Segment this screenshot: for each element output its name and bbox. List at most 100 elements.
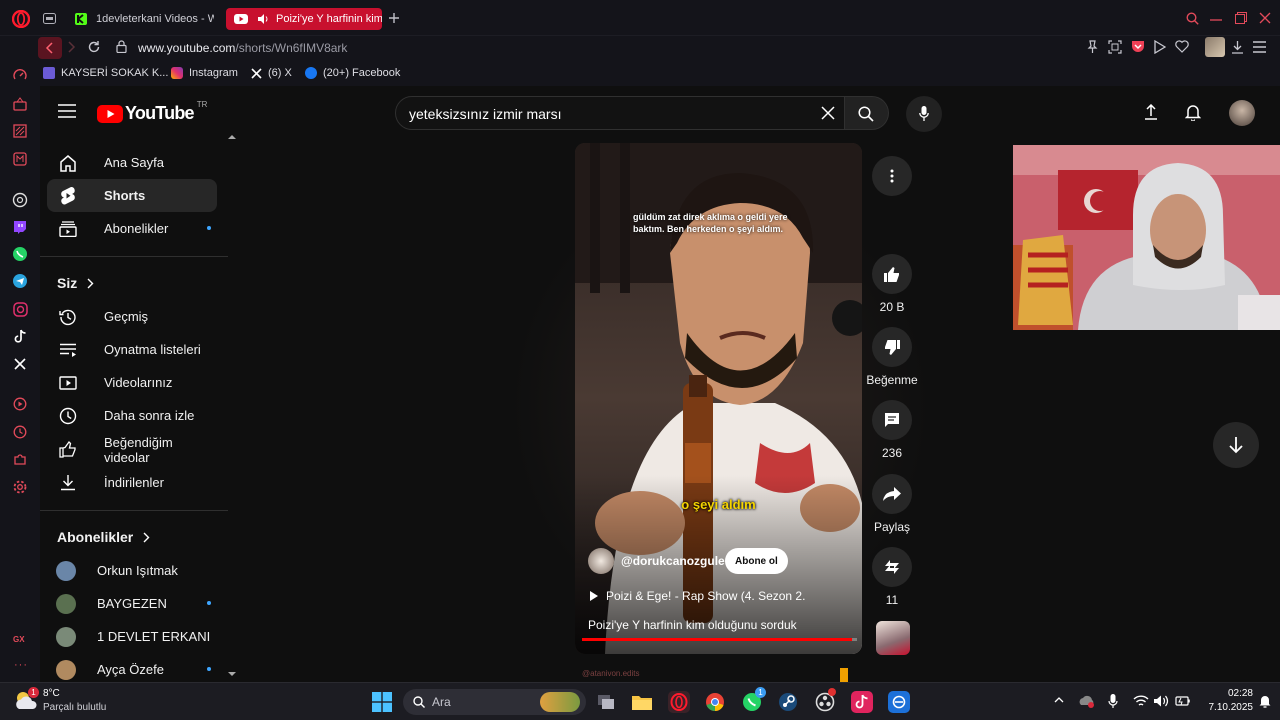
bookmark-instagram[interactable]: Instagram (171, 67, 238, 79)
sidebar-item-liked[interactable]: Beğendiğim videolar (47, 433, 217, 466)
sidebar-item-watch-later[interactable]: Daha sonra izle (47, 399, 217, 432)
volume-icon[interactable] (1153, 694, 1169, 708)
minimize-icon[interactable] (1210, 18, 1222, 22)
channel-avatar[interactable] (588, 548, 614, 574)
clock-time[interactable]: 02:28 (1213, 688, 1253, 699)
progress-track[interactable] (582, 638, 857, 641)
url-field[interactable]: www.youtube.com/shorts/Wn6fIMV8ark (138, 41, 347, 55)
file-explorer-button[interactable] (631, 691, 653, 713)
instagram-sidebar-icon[interactable] (12, 301, 28, 317)
taskbar-search[interactable]: Ara (403, 689, 586, 715)
profile-avatar[interactable] (1205, 37, 1225, 57)
forward-button[interactable] (64, 40, 78, 54)
bookmark-x[interactable]: (6) X (251, 67, 292, 79)
sidebar-item-your-videos[interactable]: Videolarınız (47, 366, 217, 399)
more-options-button[interactable] (872, 156, 912, 196)
voice-search-button[interactable] (906, 96, 942, 132)
channel-handle[interactable]: @dorukcanozguler (621, 554, 729, 568)
tab-islands-icon[interactable] (43, 13, 56, 24)
microphone-tray-icon[interactable] (1108, 694, 1118, 709)
youtube-logo[interactable]: YouTube TR (97, 100, 207, 124)
chatgpt-icon[interactable] (12, 192, 28, 208)
whatsapp-icon[interactable] (12, 246, 28, 262)
chrome-taskbar-button[interactable] (704, 691, 726, 713)
subscription-item[interactable]: BAYGEZEN (47, 587, 217, 620)
sidebar-item-home[interactable]: Ana Sayfa (47, 146, 217, 179)
sidebar-scroll-up-icon[interactable] (228, 134, 236, 140)
share-button[interactable]: Paylaş (872, 474, 912, 534)
tray-app-icon[interactable] (1079, 695, 1095, 708)
dislike-button[interactable]: Beğenme (866, 327, 918, 387)
clock-date[interactable]: 7.10.2025 (1193, 702, 1254, 713)
gx-control-icon[interactable] (12, 96, 28, 112)
notification-center-icon[interactable] (1259, 694, 1271, 708)
search-input[interactable]: yeteksizsınız izmir marsı (395, 96, 845, 130)
next-short-peek[interactable] (840, 668, 848, 682)
opera-gx-taskbar-button[interactable] (668, 691, 690, 713)
sidebar-item-subscriptions[interactable]: Abonelikler (47, 212, 217, 245)
music-link[interactable]: Poizi & Ege! - Rap Show (4. Sezon 2. (590, 589, 805, 603)
gx-cleaner-icon[interactable] (12, 123, 28, 139)
pocket-icon[interactable] (1131, 40, 1145, 53)
notifications-icon[interactable] (1185, 104, 1201, 121)
you-section-header[interactable]: Siz (57, 275, 94, 291)
speed-dial-icon[interactable] (12, 68, 28, 84)
clear-search-icon[interactable] (821, 106, 835, 120)
upload-icon[interactable] (1144, 104, 1158, 120)
tiktok-icon[interactable] (12, 328, 28, 344)
remix-button[interactable]: 11 (872, 547, 912, 607)
telegram-icon[interactable] (12, 273, 28, 289)
comments-button[interactable]: 236 (872, 400, 912, 460)
bookmark-facebook[interactable]: (20+) Facebook (305, 67, 400, 79)
x-sidebar-icon[interactable] (12, 356, 28, 372)
sidebar-item-playlists[interactable]: Oynatma listeleri (47, 333, 217, 366)
sidebar-item-shorts[interactable]: Shorts (47, 179, 217, 212)
wifi-icon[interactable] (1133, 694, 1149, 708)
gx-mods-icon[interactable] (12, 151, 28, 167)
next-short-button[interactable] (1213, 422, 1259, 468)
tab-search-icon[interactable] (1186, 12, 1199, 25)
tab-kick[interactable]: 1devleterkani Videos - Wa (66, 8, 214, 30)
sidebar-item-history[interactable]: Geçmiş (47, 300, 217, 333)
history-sidebar-icon[interactable] (12, 424, 28, 440)
sidebar-item-downloads[interactable]: İndirilenler (47, 466, 217, 499)
player-icon[interactable] (1154, 40, 1166, 54)
subscriptions-section-header[interactable]: Abonelikler (57, 529, 150, 545)
bookmark-kayseri[interactable]: KAYSERİ SOKAK K... (43, 67, 168, 79)
tiktok-taskbar-button[interactable] (851, 691, 873, 713)
start-button[interactable] (371, 691, 393, 713)
subscribe-button[interactable]: Abone ol (725, 548, 788, 574)
subscription-item[interactable]: 1 DEVLET ERKANI (47, 620, 217, 653)
sidebar-scroll-down-icon[interactable] (228, 671, 236, 677)
new-tab-icon[interactable] (388, 12, 400, 24)
account-avatar[interactable] (1229, 100, 1255, 126)
back-button[interactable] (38, 37, 62, 59)
restore-icon[interactable] (1235, 12, 1247, 24)
pin-icon[interactable] (1086, 40, 1099, 54)
reload-button[interactable] (87, 40, 101, 54)
tab-youtube-short[interactable]: Poizi'ye Y harfinin kim (226, 8, 382, 30)
obs-taskbar-button[interactable] (814, 688, 836, 713)
close-window-icon[interactable] (1259, 12, 1271, 24)
app-taskbar-button[interactable] (888, 691, 910, 713)
menu-icon[interactable] (58, 104, 76, 118)
lock-icon[interactable] (116, 40, 127, 53)
subscription-item[interactable]: Orkun Işıtmak (47, 554, 217, 587)
more-icon[interactable]: ··· (14, 659, 28, 671)
download-icon[interactable] (1231, 40, 1244, 54)
snapshot-icon[interactable] (1108, 40, 1122, 54)
speaker-icon[interactable] (256, 12, 270, 26)
twitch-icon[interactable] (12, 219, 28, 235)
opera-logo-icon[interactable] (12, 10, 30, 28)
steam-taskbar-button[interactable] (777, 691, 799, 713)
like-button[interactable]: 20 B (872, 254, 912, 314)
battery-icon[interactable] (1175, 695, 1191, 707)
settings-sidebar-icon[interactable] (12, 479, 28, 495)
task-view-button[interactable] (595, 691, 617, 713)
extensions-sidebar-icon[interactable] (12, 451, 28, 467)
search-button[interactable] (845, 96, 889, 130)
audio-thumbnail[interactable] (876, 621, 910, 655)
heart-icon[interactable] (1175, 40, 1189, 53)
whatsapp-taskbar-button[interactable]: 1 (741, 687, 766, 713)
short-video-player[interactable]: güldüm zat direk aklıma o geldi yere bak… (575, 143, 862, 654)
